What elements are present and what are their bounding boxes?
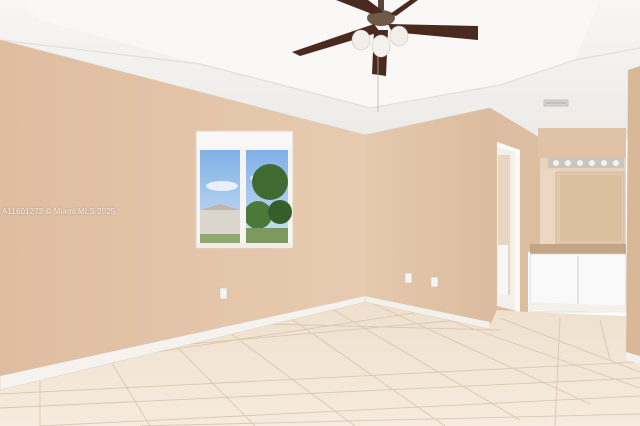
window-icon: [195, 130, 294, 249]
mls-watermark: A11601272 © Miami MLS 2025: [2, 207, 116, 216]
room-photo: A11601272 © Miami MLS 2025: [0, 0, 640, 426]
back-wall: [365, 108, 490, 326]
bathroom: [529, 158, 627, 313]
air-vent-icon: [543, 99, 569, 107]
bathroom-doorway: [497, 142, 520, 312]
